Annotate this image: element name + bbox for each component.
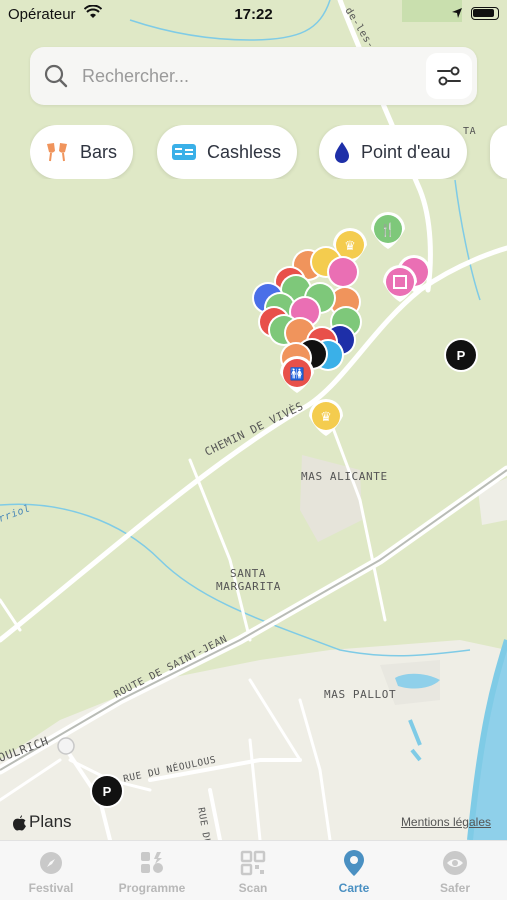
water-drop-icon xyxy=(335,142,349,163)
svg-text:P: P xyxy=(457,348,466,363)
tab-safer-label: Safer xyxy=(439,881,471,895)
tab-carte-label: Carte xyxy=(338,881,370,895)
pin-pink-icon[interactable] xyxy=(327,256,359,288)
maps-attribution: Plans xyxy=(12,812,72,832)
parking-icon[interactable]: P xyxy=(444,338,478,372)
search-input[interactable]: Rechercher... xyxy=(82,66,189,87)
chip-bars-label: Bars xyxy=(80,141,118,162)
tab-bar: Festival Programme Scan Carte Safer xyxy=(0,840,507,900)
svg-text:♛: ♛ xyxy=(320,409,332,424)
svg-text:🍴: 🍴 xyxy=(380,222,396,238)
tab-festival[interactable]: Festival xyxy=(1,849,101,895)
chip-cashless[interactable]: Cashless xyxy=(157,125,298,179)
qr-scan-icon xyxy=(240,850,266,876)
clock: 17:22 xyxy=(234,6,273,23)
battery-icon xyxy=(471,7,499,20)
label-margarita: MARGARITA xyxy=(216,580,281,593)
map-pin-icon xyxy=(344,850,364,876)
chip-bars[interactable]: Bars xyxy=(30,125,134,179)
chip-cashless-label: Cashless xyxy=(207,141,282,162)
label-mas-alicante: MAS ALICANTE xyxy=(301,470,388,483)
tab-festival-label: Festival xyxy=(28,881,74,895)
tab-safer[interactable]: Safer xyxy=(405,849,505,895)
card-icon xyxy=(172,144,196,160)
apple-logo-icon xyxy=(13,814,26,831)
filter-button[interactable] xyxy=(426,53,472,99)
category-chips: Bars Cashless Point d'eau xyxy=(30,125,507,179)
location-arrow-icon xyxy=(452,8,462,18)
tab-programme[interactable]: Programme xyxy=(102,849,202,895)
legal-link[interactable]: Mentions légales xyxy=(401,815,491,829)
label-mas-pallot: MAS PALLOT xyxy=(324,688,396,701)
maps-brand: Plans xyxy=(29,812,72,831)
tab-scan[interactable]: Scan xyxy=(203,849,303,895)
chip-more[interactable] xyxy=(490,125,507,179)
chip-water-label: Point d'eau xyxy=(361,141,451,162)
tab-carte[interactable]: Carte xyxy=(304,849,404,895)
programme-icon xyxy=(141,852,163,873)
svg-text:🚻: 🚻 xyxy=(290,367,305,381)
svg-text:♛: ♛ xyxy=(344,238,356,253)
eye-icon xyxy=(443,851,467,875)
filter-sliders-icon xyxy=(437,66,461,86)
roundabout xyxy=(57,737,75,755)
tab-programme-label: Programme xyxy=(118,881,186,895)
label-santa: SANTA xyxy=(230,567,266,580)
status-bar: Opérateur 17:22 xyxy=(0,0,507,30)
search-icon xyxy=(44,64,68,88)
cheers-icon xyxy=(47,143,67,162)
compass-icon xyxy=(40,852,62,874)
chip-water[interactable]: Point d'eau xyxy=(319,125,467,179)
svg-text:P: P xyxy=(103,784,112,799)
tab-scan-label: Scan xyxy=(238,881,268,895)
parking-icon-2[interactable]: P xyxy=(90,774,124,808)
search-bar[interactable]: Rechercher... xyxy=(30,47,477,105)
